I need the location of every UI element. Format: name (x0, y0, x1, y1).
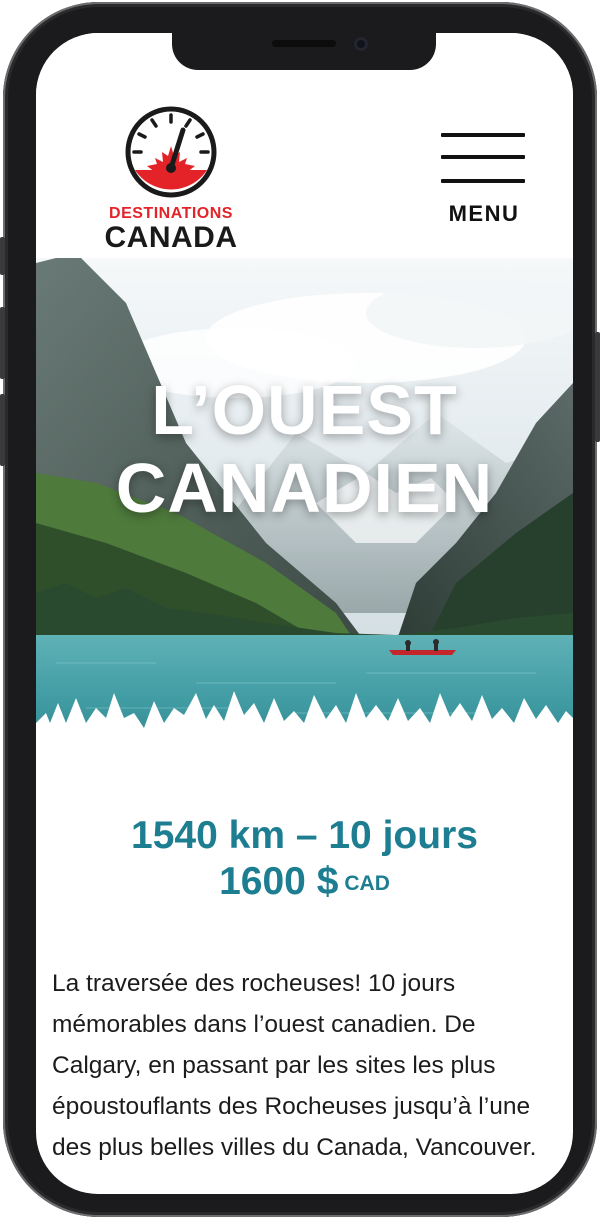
volume-down-button (0, 394, 5, 466)
hero-banner: L’OUEST CANADIEN (36, 243, 573, 773)
trip-stats: 1540 km – 10 jours 1600 $ CAD (36, 813, 573, 908)
trip-distance-duration: 1540 km – 10 jours (131, 814, 478, 857)
hero-title-line1: L’OUEST (151, 371, 458, 449)
trip-price-line: 1600 $ CAD (36, 858, 573, 908)
mute-switch (0, 237, 5, 275)
phone-frame: L’OUEST CANADIEN DESTINATIONS CANADA MEN… (0, 2, 600, 1217)
menu-bar-bottom (441, 179, 525, 183)
menu-bar-middle (441, 155, 525, 159)
front-camera (354, 37, 368, 51)
speedometer-maple-leaf-logo (125, 106, 217, 198)
trip-description: La traversée des rocheuses! 10 jours mém… (52, 969, 537, 1161)
brand-logo[interactable]: DESTINATIONS CANADA (90, 106, 252, 256)
notch (172, 33, 436, 70)
brand-line2: CANADA (104, 221, 238, 254)
menu-bar-top (441, 133, 525, 137)
trip-currency: CAD (344, 871, 390, 895)
menu-label: MENU (448, 201, 520, 226)
power-button (595, 332, 600, 442)
screen: L’OUEST CANADIEN DESTINATIONS CANADA MEN… (36, 33, 573, 1194)
volume-up-button (0, 307, 5, 379)
hero-title: L’OUEST CANADIEN (36, 371, 573, 527)
trip-price: 1600 $ (219, 860, 339, 903)
menu-button[interactable]: MENU (439, 133, 529, 233)
speaker (272, 40, 336, 47)
hero-title-line2: CANADIEN (115, 449, 494, 527)
